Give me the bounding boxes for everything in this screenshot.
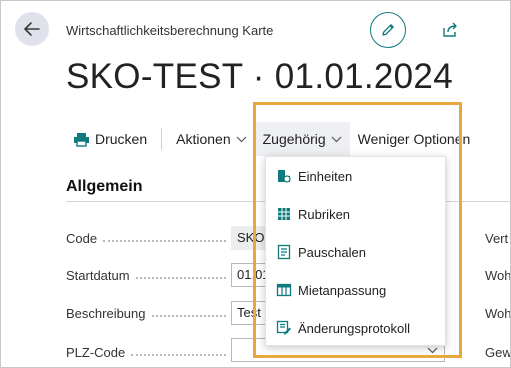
table-grid-icon xyxy=(276,206,292,222)
share-button[interactable] xyxy=(441,21,459,39)
field-label-plz-code: PLZ-Code xyxy=(66,345,226,360)
fewer-options-button[interactable]: Weniger Optionen xyxy=(350,122,479,156)
pencil-icon xyxy=(382,24,394,36)
units-icon xyxy=(276,168,292,184)
related-label: Zugehörig xyxy=(262,131,326,147)
chevron-down-icon xyxy=(427,347,438,354)
field-label-beschreibung: Beschreibung xyxy=(66,306,226,321)
list-document-icon xyxy=(276,244,292,260)
related-menu-button[interactable]: Zugehörig xyxy=(254,122,350,156)
right-field-label: Gew xyxy=(485,345,511,360)
chevron-down-icon xyxy=(236,136,247,143)
menu-item-label: Pauschalen xyxy=(298,244,366,260)
related-dropdown-menu: Einheiten Rubriken Pauschalen Mietanpass… xyxy=(265,156,446,346)
print-label: Drucken xyxy=(95,131,148,147)
menu-item-mietanpassung[interactable]: Mietanpassung xyxy=(266,271,445,309)
actions-label: Aktionen xyxy=(176,131,231,147)
chevron-down-icon xyxy=(331,136,342,143)
printer-icon xyxy=(74,132,89,147)
page-frame: Wirtschaftlichkeitsberechnung Karte SKO-… xyxy=(0,0,511,368)
share-icon xyxy=(443,22,457,37)
section-title: Allgemein xyxy=(66,178,143,195)
menu-item-rubriken[interactable]: Rubriken xyxy=(266,195,445,233)
columns-icon xyxy=(276,282,292,298)
fewer-options-label: Weniger Optionen xyxy=(357,131,471,147)
change-log-icon xyxy=(276,320,292,336)
field-label-startdatum: Startdatum xyxy=(66,268,226,283)
menu-item-label: Änderungsprotokoll xyxy=(298,320,411,336)
menu-item-pauschalen[interactable]: Pauschalen xyxy=(266,233,445,271)
page-subtitle: Wirtschaftlichkeitsberechnung Karte xyxy=(66,23,274,38)
right-field-label: Woh xyxy=(485,268,511,283)
menu-item-einheiten[interactable]: Einheiten xyxy=(266,157,445,195)
menu-item-aenderungsprotokoll[interactable]: Änderungsprotokoll xyxy=(266,309,445,347)
right-field-label: Woh xyxy=(485,306,511,321)
menu-item-label: Rubriken xyxy=(298,206,351,222)
right-field-label: Vert xyxy=(485,231,509,246)
actions-menu-button[interactable]: Aktionen xyxy=(168,122,254,156)
menu-item-label: Mietanpassung xyxy=(298,282,387,298)
arrow-left-icon xyxy=(24,22,40,36)
print-button[interactable]: Drucken xyxy=(65,122,155,156)
edit-button[interactable] xyxy=(370,12,406,48)
action-separator xyxy=(161,128,163,150)
field-label-code: Code xyxy=(66,231,226,246)
menu-item-label: Einheiten xyxy=(298,168,353,184)
action-bar: Drucken Aktionen Zugehörig Weniger Optio… xyxy=(65,122,478,156)
page-title: SKO-TEST · 01.01.2024 xyxy=(66,57,453,96)
back-button[interactable] xyxy=(15,12,49,46)
